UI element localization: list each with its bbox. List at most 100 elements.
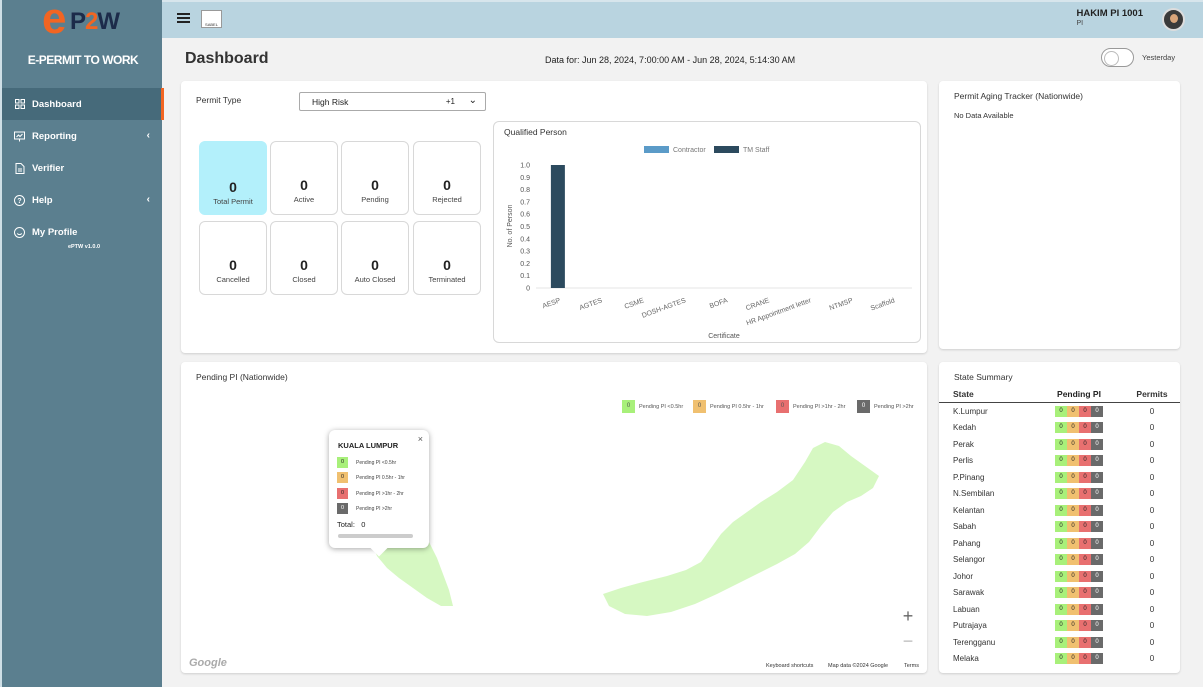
chevron-left-icon: ‹: [146, 130, 150, 141]
app-logo[interactable]: e P2W: [40, 0, 130, 43]
yesterday-toggle[interactable]: [1101, 48, 1134, 67]
pending-chip: 0: [1091, 521, 1103, 533]
x-tick-label: Scaffold: [870, 297, 896, 312]
x-tick-label: AESP: [542, 297, 562, 310]
sidebar-item-verifier[interactable]: Verifier: [2, 152, 164, 184]
popup-scrollbar[interactable]: [338, 534, 413, 538]
legend-swatch: [644, 146, 669, 153]
table-row[interactable]: P.Pinang 0 0 0 0 0: [939, 469, 1180, 486]
tile-label: Active: [293, 195, 315, 204]
popup-title: KUALA LUMPUR: [338, 441, 399, 450]
zoom-out-button[interactable]: −: [896, 630, 920, 654]
zoom-in-button[interactable]: +: [896, 605, 920, 629]
map-keyboard-shortcuts[interactable]: Keyboard shortcuts: [766, 663, 813, 669]
table-row[interactable]: Labuan 0 0 0 0 0: [939, 601, 1180, 618]
table-row[interactable]: Perlis 0 0 0 0 0: [939, 453, 1180, 470]
avatar[interactable]: [1162, 8, 1185, 31]
pending-chips: 0000: [1034, 438, 1124, 450]
state-name: N.Sembilan: [953, 489, 995, 499]
pending-chips: 0000: [1034, 405, 1124, 417]
data-range-text: Data for: Jun 28, 2024, 7:00:00 AM - Jun…: [545, 55, 796, 65]
tile-value: 0: [229, 257, 237, 273]
sidebar-nav: Dashboard Reporting ‹ Verifier ? Help ‹ …: [2, 88, 164, 248]
tile-closed[interactable]: 0 Closed: [270, 221, 338, 295]
tile-cancelled[interactable]: 0 Cancelled: [199, 221, 267, 295]
tile-pending[interactable]: 0 Pending: [341, 141, 409, 215]
map-terms-link[interactable]: Terms: [904, 663, 919, 669]
state-summary-title: State Summary: [954, 372, 1013, 382]
malaysia-map[interactable]: [181, 362, 927, 673]
popup-row: 0 Pending PI 0.5hr - 1hr: [337, 472, 405, 483]
table-row[interactable]: Kedah 0 0 0 0 0: [939, 420, 1180, 437]
y-tick-label: 0.7: [520, 199, 530, 206]
question-icon: ?: [13, 194, 26, 207]
header-state: State: [953, 389, 974, 399]
table-row[interactable]: Perak 0 0 0 0 0: [939, 436, 1180, 453]
pending-chip: 0: [1091, 587, 1103, 599]
presentation-icon: [13, 130, 26, 143]
x-axis-label: Certificate: [708, 333, 740, 340]
tile-label: Cancelled: [216, 275, 250, 284]
aging-tracker-card: Permit Aging Tracker (Nationwide) No Dat…: [939, 81, 1180, 349]
pending-chips: 0000: [1034, 620, 1124, 632]
tile-value: 0: [371, 177, 379, 193]
pending-chip: 0: [1079, 488, 1091, 500]
table-row[interactable]: K.Lumpur 0 0 0 0 0: [939, 403, 1180, 420]
user-info[interactable]: HAKIM PI 1001 PI: [1076, 8, 1143, 27]
table-row[interactable]: Sabah 0 0 0 0 0: [939, 519, 1180, 536]
sidebar-item-help[interactable]: ? Help ‹: [2, 184, 164, 216]
pending-chip: 0: [1067, 405, 1079, 417]
tile-active[interactable]: 0 Active: [270, 141, 338, 215]
pending-chip: 0: [1055, 471, 1067, 483]
pending-chips: 0000: [1034, 570, 1124, 582]
table-row[interactable]: Selangor 0 0 0 0 0: [939, 552, 1180, 569]
tile-rejected[interactable]: 0 Rejected: [413, 141, 481, 215]
yesterday-toggle-label: Yesterday: [1142, 53, 1176, 62]
y-axis-label: No. of Person: [507, 204, 514, 247]
table-row[interactable]: Sarawak 0 0 0 0 0: [939, 585, 1180, 602]
aging-tracker-title: Permit Aging Tracker (Nationwide): [954, 91, 1083, 101]
state-name: Terengganu: [953, 637, 996, 647]
pending-chip: 0: [1091, 438, 1103, 450]
pending-chip: 0: [1091, 471, 1103, 483]
header-pending: Pending PI: [1057, 389, 1101, 399]
permit-type-select[interactable]: High Risk +1 ⌄: [299, 92, 486, 111]
tile-label: Rejected: [432, 195, 462, 204]
pending-chips: 0000: [1034, 603, 1124, 615]
tile-value: 0: [300, 177, 308, 193]
table-row[interactable]: N.Sembilan 0 0 0 0 0: [939, 486, 1180, 503]
table-row[interactable]: Pahang 0 0 0 0 0: [939, 535, 1180, 552]
state-name: Putrajaya: [953, 621, 987, 631]
y-tick-label: 0.5: [520, 224, 530, 231]
tile-total-permit[interactable]: 0 Total Permit: [199, 141, 267, 215]
permit-count: 0: [1149, 406, 1155, 416]
smiley-icon: [13, 226, 26, 239]
legend-label: Contractor: [673, 147, 706, 154]
table-row[interactable]: Kelantan 0 0 0 0 0: [939, 502, 1180, 519]
pending-chip: 0: [1079, 570, 1091, 582]
sidebar-item-dashboard[interactable]: Dashboard: [2, 88, 164, 120]
pending-chip: 0: [1055, 653, 1067, 665]
pending-chip: 0: [1055, 488, 1067, 500]
pending-chip: 0: [1079, 636, 1091, 648]
sidebar-item-reporting[interactable]: Reporting ‹: [2, 120, 164, 152]
popup-row: 0 Pending PI >1hr - 2hr: [337, 488, 404, 499]
tile-auto-closed[interactable]: 0 Auto Closed: [341, 221, 409, 295]
popup-row-label: Pending PI >1hr - 2hr: [356, 490, 404, 497]
tile-terminated[interactable]: 0 Terminated: [413, 221, 481, 295]
table-row[interactable]: Johor 0 0 0 0 0: [939, 568, 1180, 585]
pending-pi-map-card: Pending PI (Nationwide) 0 Pending PI <0.…: [181, 362, 927, 673]
table-row[interactable]: Terengganu 0 0 0 0 0: [939, 634, 1180, 651]
pending-chip: 0: [1055, 537, 1067, 549]
pending-chip: 0: [1091, 455, 1103, 467]
permit-count: 0: [1149, 637, 1155, 647]
pending-chip: 0: [1091, 570, 1103, 582]
permit-count: 0: [1149, 571, 1155, 581]
pending-chip: 0: [1055, 405, 1067, 417]
table-row[interactable]: Putrajaya 0 0 0 0 0: [939, 618, 1180, 635]
menu-icon[interactable]: [177, 13, 190, 23]
permit-count: 0: [1149, 423, 1155, 433]
close-icon[interactable]: ×: [418, 434, 423, 444]
state-name: Sabah: [953, 522, 977, 532]
table-row[interactable]: Melaka 0 0 0 0 0: [939, 651, 1180, 668]
